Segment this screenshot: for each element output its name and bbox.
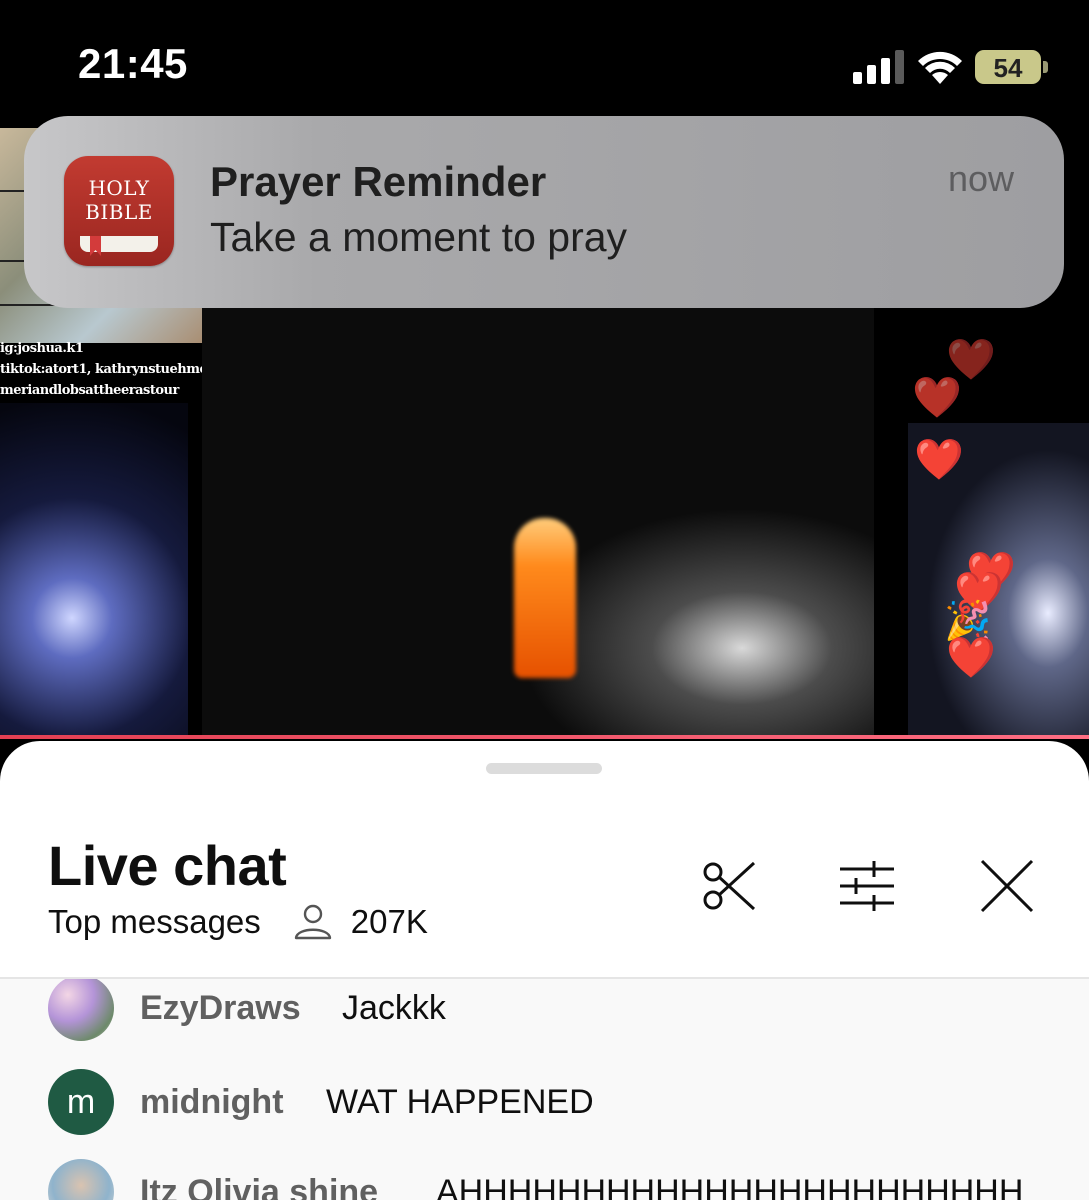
avatar[interactable]	[48, 1159, 114, 1200]
close-icon[interactable]	[978, 857, 1036, 915]
chat-message-row[interactable]: Itz Olivia shine AHHHHHHHHHHHHHHHHHHHHHH…	[0, 1159, 1089, 1200]
notification-banner[interactable]: HOLY BIBLE Prayer Reminder Take a moment…	[24, 116, 1064, 308]
battery-cap	[1043, 61, 1048, 73]
live-chat-title: Live chat	[48, 834, 287, 897]
heart-reaction-icon: ❤️	[912, 376, 962, 420]
heart-reaction-icon: ❤️	[946, 338, 996, 382]
chat-message-row[interactable]: m midnight WAT HAPPENED	[0, 1069, 1089, 1159]
chat-filter-label[interactable]: Top messages	[48, 903, 261, 941]
viewer-count: 207K	[350, 903, 428, 940]
app-icon-label-line1: HOLY	[88, 176, 150, 200]
chat-message-text: WAT HAPPENED	[326, 1083, 594, 1121]
performer-figure	[514, 518, 576, 678]
app-icon-label-line2: BIBLE	[85, 200, 153, 224]
chat-message-text: AHHHHHHHHHHHHHHHHHHHHHHH	[436, 1173, 1024, 1200]
video-frame-left	[0, 403, 188, 736]
status-time: 21:45	[78, 40, 188, 87]
wifi-icon	[918, 51, 962, 84]
filter-sliders-icon[interactable]	[838, 857, 896, 915]
chat-message-text: Jackkk	[342, 989, 446, 1027]
person-icon	[294, 904, 331, 940]
status-bar: 21:45 54	[0, 0, 1089, 128]
notification-title: Prayer Reminder	[210, 158, 547, 205]
chat-author[interactable]: midnight	[140, 1083, 284, 1122]
chat-author[interactable]: Itz Olivia shine	[140, 1173, 378, 1200]
avatar[interactable]: m	[48, 1069, 114, 1135]
heart-reaction-icon: ❤️	[946, 636, 996, 680]
cellular-signal-icon	[853, 50, 904, 84]
sheet-grabber-handle[interactable]	[486, 763, 602, 774]
party-popper-icon: 🎉	[944, 600, 992, 642]
battery-indicator: 54	[975, 50, 1049, 84]
chat-message-list[interactable]: EzyDraws Jackkk m midnight WAT HAPPENED …	[0, 979, 1089, 1200]
video-overlay-credits: ig:joshua.k1 tiktok:atort1, kathrynstueh…	[0, 341, 205, 398]
notification-body: Take a moment to pray	[210, 214, 628, 260]
avatar[interactable]	[48, 979, 114, 1041]
scissors-icon[interactable]	[700, 857, 758, 915]
battery-level: 54	[993, 53, 1023, 83]
chat-filter-row[interactable]: Top messages 207K	[48, 903, 428, 941]
progress-bar	[0, 735, 1089, 739]
holy-bible-app-icon: HOLY BIBLE	[64, 156, 174, 266]
live-chat-sheet: Live chat Top messages 207K EzyDraws Jac…	[0, 741, 1089, 1200]
heart-reaction-icon: ❤️	[914, 438, 964, 482]
video-frame-main	[202, 308, 874, 736]
chat-message-row[interactable]: EzyDraws Jackkk	[0, 979, 1089, 1069]
chat-author[interactable]: EzyDraws	[140, 989, 301, 1028]
notification-time: now	[947, 158, 1014, 199]
avatar-initial: m	[48, 1069, 114, 1135]
bookmark-ribbon-icon	[90, 236, 101, 256]
